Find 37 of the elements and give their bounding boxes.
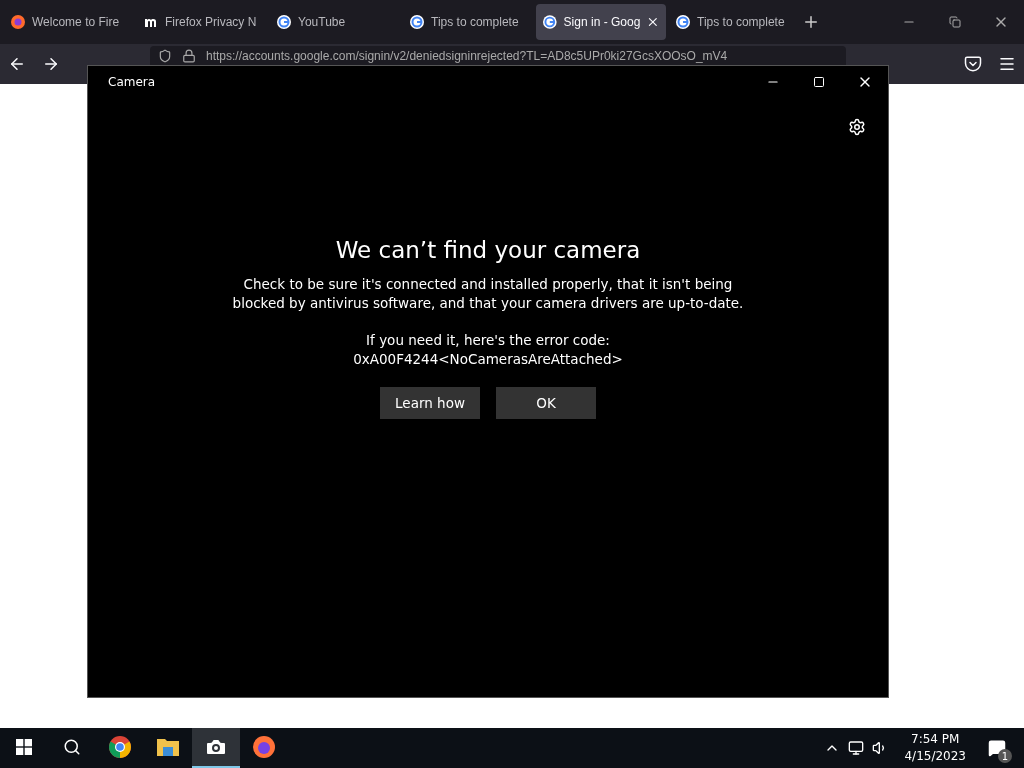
close-icon[interactable]	[646, 15, 660, 29]
chrome-icon	[108, 735, 132, 759]
window-title: Camera	[108, 75, 156, 89]
restore-icon[interactable]	[949, 16, 961, 28]
google-icon	[276, 14, 292, 30]
dialog-button[interactable]: OK	[496, 386, 596, 419]
search-icon[interactable]	[63, 738, 81, 756]
maximize-icon[interactable]	[813, 76, 825, 88]
error-code: 0xA00F4244<NoCamerasAreAttached>	[352, 349, 624, 369]
folder-icon	[156, 736, 180, 758]
google-icon	[542, 14, 558, 30]
new-tab-icon[interactable]	[802, 13, 820, 31]
error-message: Check to be sure it's connected and installed properly, that it isn't being blocked by antivirus software, and that your camera drivers are up-to-date.	[231, 274, 745, 313]
browser-tab[interactable]: Firefox Privacy N	[137, 4, 267, 40]
notification-count: 1	[998, 749, 1012, 763]
back-icon[interactable]	[8, 55, 26, 73]
browser-tab[interactable]: Welcome to Fire	[4, 4, 134, 40]
network-icon[interactable]	[848, 740, 865, 756]
error-heading: We can’t find your camera	[335, 236, 641, 263]
browser-tab[interactable]: Tips to complete	[669, 4, 799, 40]
clock-time: 7:54 PM	[911, 731, 960, 748]
clock-date: 4/15/2023	[904, 748, 966, 765]
error-code-intro: If you need it, here's the error code:	[365, 330, 611, 350]
pocket-icon[interactable]	[964, 55, 982, 73]
google-icon	[675, 14, 691, 30]
browser-tab[interactable]: Sign in - Goog	[536, 4, 666, 40]
settings-icon[interactable]	[848, 118, 866, 136]
firefox-icon	[10, 14, 26, 30]
dialog-button[interactable]: Learn how	[380, 386, 480, 419]
address-bar[interactable]: https://accounts.google.com/signin/v2/deniedsigninrejected?TL=AD8c5UPr0ki27GcsXOOsO_mV4	[150, 46, 846, 65]
menu-icon[interactable]	[998, 55, 1016, 73]
firefox-icon	[252, 735, 276, 759]
forward-icon[interactable]	[42, 55, 60, 73]
browser-tab[interactable]: YouTube	[270, 4, 400, 40]
browser-tab[interactable]: Tips to complete	[403, 4, 533, 40]
google-icon	[409, 14, 425, 30]
windows-start-icon[interactable]	[16, 739, 32, 755]
